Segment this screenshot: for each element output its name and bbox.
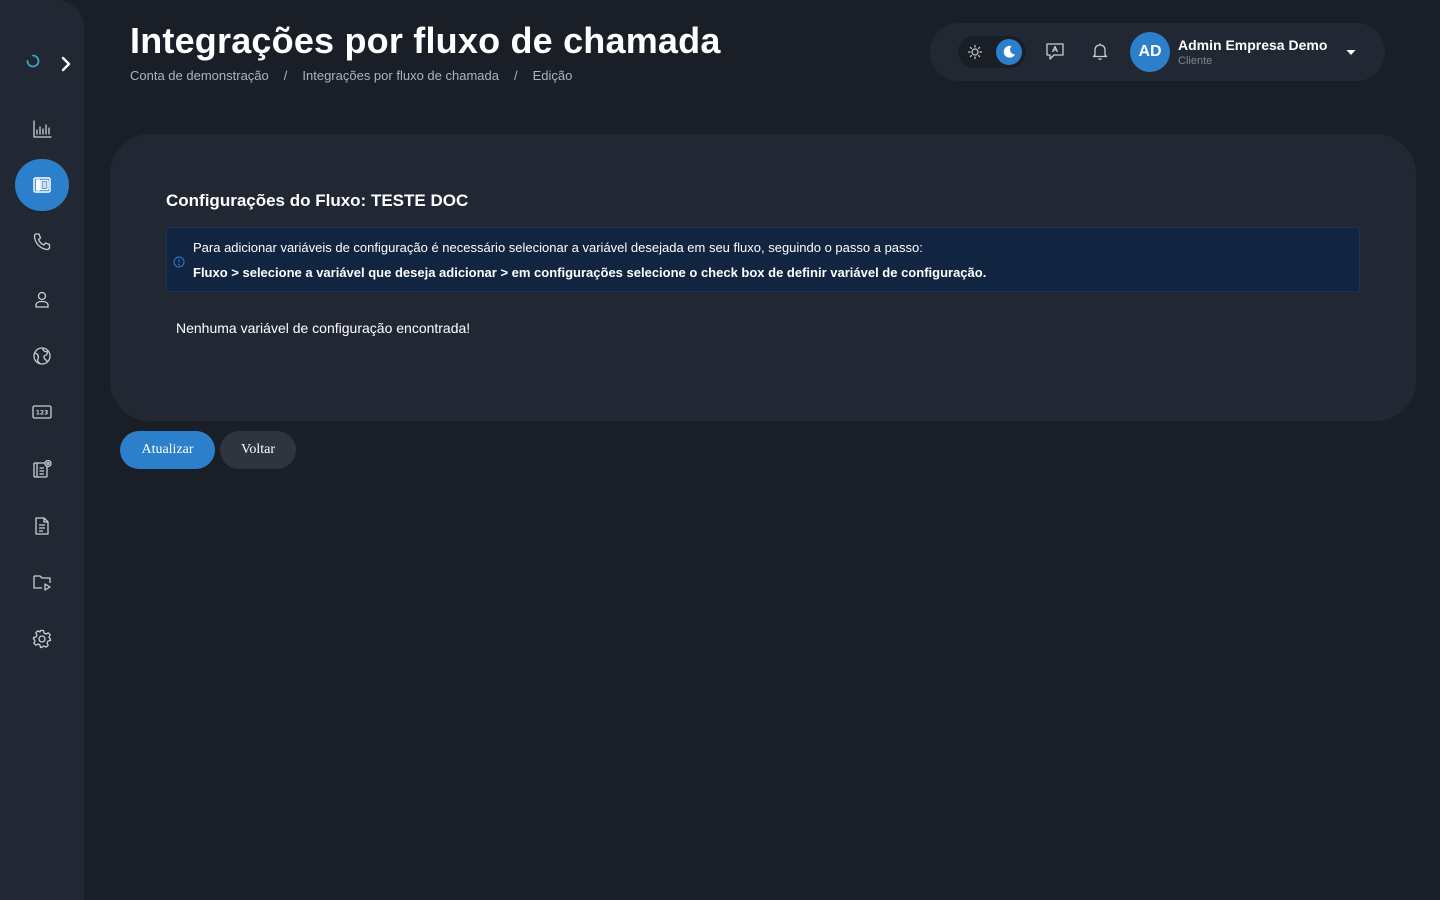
top-bar: AD Admin Empresa Demo Cliente bbox=[930, 23, 1385, 81]
sidebar-item-numbers[interactable]: 123 bbox=[15, 386, 69, 438]
update-button[interactable]: Atualizar bbox=[120, 431, 215, 469]
gear-icon bbox=[32, 629, 52, 649]
media-folder-icon bbox=[33, 575, 51, 591]
moon-icon bbox=[1003, 45, 1015, 58]
sidebar-top bbox=[0, 52, 84, 76]
svg-text:123: 123 bbox=[36, 409, 49, 416]
phone-icon bbox=[33, 233, 51, 251]
sidebar-item-settings[interactable] bbox=[15, 613, 69, 665]
flow-settings-card: Configurações do Fluxo: TESTE DOC Para a… bbox=[110, 134, 1416, 421]
empty-state-message: Nenhuma variável de configuração encontr… bbox=[176, 320, 471, 336]
sidebar: 123 bbox=[0, 0, 84, 900]
info-alert: Para adicionar variáveis de configuração… bbox=[166, 227, 1360, 292]
card-title: Configurações do Fluxo: TESTE DOC bbox=[166, 191, 469, 210]
breadcrumb-separator: / bbox=[283, 68, 288, 83]
user-role: Cliente bbox=[1178, 55, 1213, 67]
alert-text: Para adicionar variáveis de configuração… bbox=[193, 240, 923, 255]
back-button[interactable]: Voltar bbox=[220, 431, 296, 469]
chevron-right-icon[interactable] bbox=[58, 56, 74, 72]
bell-icon[interactable] bbox=[1089, 40, 1111, 62]
breadcrumb: Conta de demonstração / Integrações por … bbox=[130, 68, 572, 83]
page-title: Integrações por fluxo de chamada bbox=[130, 20, 721, 61]
light-mode-option[interactable] bbox=[962, 39, 988, 65]
chart-icon bbox=[33, 120, 52, 138]
theme-toggle[interactable] bbox=[958, 36, 1026, 68]
integration-icon bbox=[33, 459, 52, 478]
sidebar-item-integrations[interactable] bbox=[15, 159, 69, 211]
info-icon bbox=[173, 256, 185, 268]
sidebar-item-dashboard[interactable] bbox=[15, 103, 69, 155]
sidebar-item-media[interactable] bbox=[15, 556, 69, 608]
breadcrumb-item-integrations[interactable]: Integrações por fluxo de chamada bbox=[302, 68, 499, 83]
breadcrumb-item-account[interactable]: Conta de demonstração bbox=[130, 68, 269, 83]
sidebar-item-reports[interactable] bbox=[15, 500, 69, 552]
user-icon bbox=[35, 291, 49, 308]
breadcrumb-item-current: Edição bbox=[532, 68, 573, 83]
sun-icon bbox=[967, 44, 983, 60]
globe-icon bbox=[33, 347, 51, 365]
alert-steps: Fluxo > selecione a variável que deseja … bbox=[193, 265, 987, 280]
user-name[interactable]: Admin Empresa Demo bbox=[1178, 37, 1327, 53]
sidebar-item-calls[interactable] bbox=[15, 216, 69, 268]
sidebar-item-users[interactable] bbox=[15, 273, 69, 325]
chat-icon[interactable] bbox=[1044, 40, 1066, 62]
logo-icon bbox=[26, 54, 40, 68]
breadcrumb-separator: / bbox=[513, 68, 518, 83]
phonebook-icon bbox=[33, 177, 51, 193]
sidebar-item-global[interactable] bbox=[15, 330, 69, 382]
dark-mode-option[interactable] bbox=[996, 39, 1022, 65]
sidebar-item-integration-settings[interactable] bbox=[15, 443, 69, 495]
caret-down-icon[interactable] bbox=[1346, 47, 1356, 57]
avatar[interactable]: AD bbox=[1130, 32, 1170, 72]
numbers-icon: 123 bbox=[32, 405, 52, 419]
document-icon bbox=[35, 517, 49, 535]
